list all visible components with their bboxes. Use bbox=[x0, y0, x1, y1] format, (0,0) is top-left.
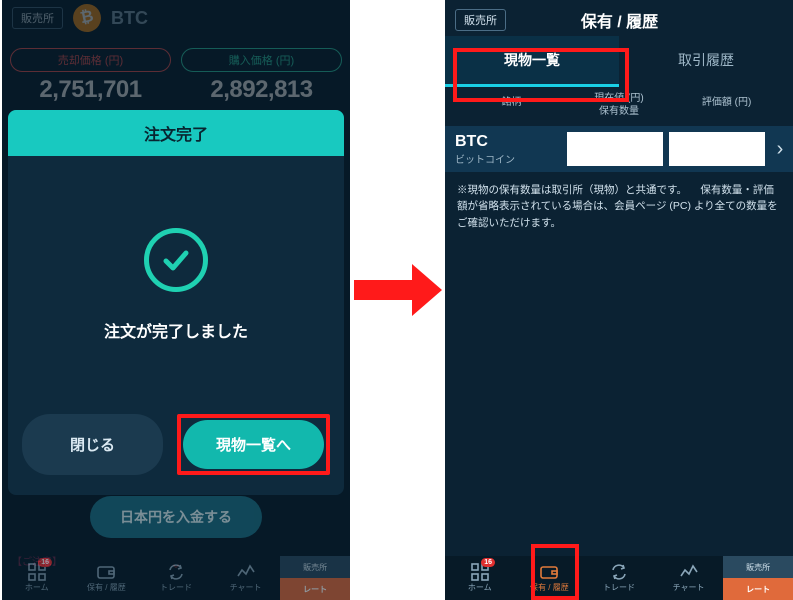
row-current-redacted bbox=[567, 132, 663, 166]
check-circle-icon bbox=[144, 228, 208, 292]
deposit-jpy-button[interactable]: 日本円を入金する bbox=[90, 496, 262, 538]
row-value-redacted bbox=[669, 132, 765, 166]
wallet-icon bbox=[96, 563, 116, 581]
go-list-button[interactable]: 現物一覧へ bbox=[183, 420, 324, 469]
modal-body: 注文が完了しました bbox=[8, 156, 344, 414]
nav-home-badge: 16 bbox=[38, 558, 52, 567]
bottom-nav-right: 16 ホーム 保有 / 履歴 トレード チャート 販売所 レート bbox=[445, 556, 793, 600]
tab-trade-history[interactable]: 取引履歴 bbox=[619, 36, 793, 87]
cycle-icon bbox=[609, 563, 629, 581]
nav-home-badge: 16 bbox=[481, 558, 495, 567]
nav-home-label: ホーム bbox=[468, 582, 492, 593]
modal-actions: 閉じる 現物一覧へ bbox=[8, 414, 344, 495]
transition-arrow-icon bbox=[352, 260, 444, 320]
modal-title: 注文完了 bbox=[8, 110, 344, 156]
nav-subcolumn[interactable]: 販売所 レート bbox=[280, 556, 350, 600]
nav-dealer-tab[interactable]: 販売所 bbox=[723, 556, 793, 578]
holding-row-btc[interactable]: BTC ビットコイン › bbox=[445, 126, 793, 172]
nav-trade-label: トレード bbox=[603, 582, 635, 593]
dealer-chip[interactable]: 販売所 bbox=[455, 9, 506, 31]
nav-trade[interactable]: トレード bbox=[584, 556, 654, 600]
close-button[interactable]: 閉じる bbox=[22, 414, 163, 475]
nav-chart-label: チャート bbox=[673, 582, 705, 593]
nav-home[interactable]: 16 ホーム bbox=[2, 556, 72, 600]
highlight-nav-holdings bbox=[531, 544, 579, 600]
highlight-tab bbox=[453, 48, 629, 102]
cycle-icon bbox=[166, 563, 186, 581]
chevron-right-icon: › bbox=[771, 138, 789, 161]
col-value: 評価額 (円) bbox=[670, 93, 783, 118]
nav-home-label: ホーム bbox=[25, 582, 49, 593]
chart-icon bbox=[236, 563, 256, 581]
nav-rate-tab[interactable]: レート bbox=[280, 578, 350, 600]
bottom-nav-left: 16 ホーム 保有 / 履歴 トレード チャート 販売所 レート bbox=[2, 556, 350, 600]
nav-holdings[interactable]: 保有 / 履歴 bbox=[72, 556, 142, 600]
right-header: 販売所 保有 / 履歴 bbox=[445, 0, 793, 36]
row-ticker: BTC bbox=[455, 133, 561, 151]
nav-chart-label: チャート bbox=[230, 582, 262, 593]
page-title: 保有 / 履歴 bbox=[506, 8, 783, 32]
nav-rate-tab[interactable]: レート bbox=[723, 578, 793, 600]
screen-order-complete: 販売所 ₿ BTC 売却価格 (円) 2,751,701 購入価格 (円) 2,… bbox=[2, 0, 350, 600]
chart-icon bbox=[679, 563, 699, 581]
nav-home[interactable]: 16 ホーム bbox=[445, 556, 515, 600]
nav-chart[interactable]: チャート bbox=[211, 556, 281, 600]
row-symbol: BTC ビットコイン bbox=[455, 133, 561, 166]
row-name-jp: ビットコイン bbox=[455, 151, 561, 166]
nav-subcolumn[interactable]: 販売所 レート bbox=[723, 556, 793, 600]
nav-trade[interactable]: トレード bbox=[141, 556, 211, 600]
order-complete-modal: 注文完了 注文が完了しました 閉じる 現物一覧へ bbox=[8, 110, 344, 495]
nav-chart[interactable]: チャート bbox=[654, 556, 724, 600]
footnote: ※現物の保有数量は取引所（現物）と共通です。 保有数量・評価額が省略表示されてい… bbox=[445, 172, 793, 241]
screen-holdings: 販売所 保有 / 履歴 現物一覧 取引履歴 銘柄 現在値 (円)保有数量 評価額… bbox=[445, 0, 793, 600]
nav-holdings-label: 保有 / 履歴 bbox=[87, 582, 126, 593]
modal-message: 注文が完了しました bbox=[104, 318, 248, 342]
nav-trade-label: トレード bbox=[160, 582, 192, 593]
nav-dealer-tab[interactable]: 販売所 bbox=[280, 556, 350, 578]
highlight-go-list: 現物一覧へ bbox=[177, 414, 330, 475]
